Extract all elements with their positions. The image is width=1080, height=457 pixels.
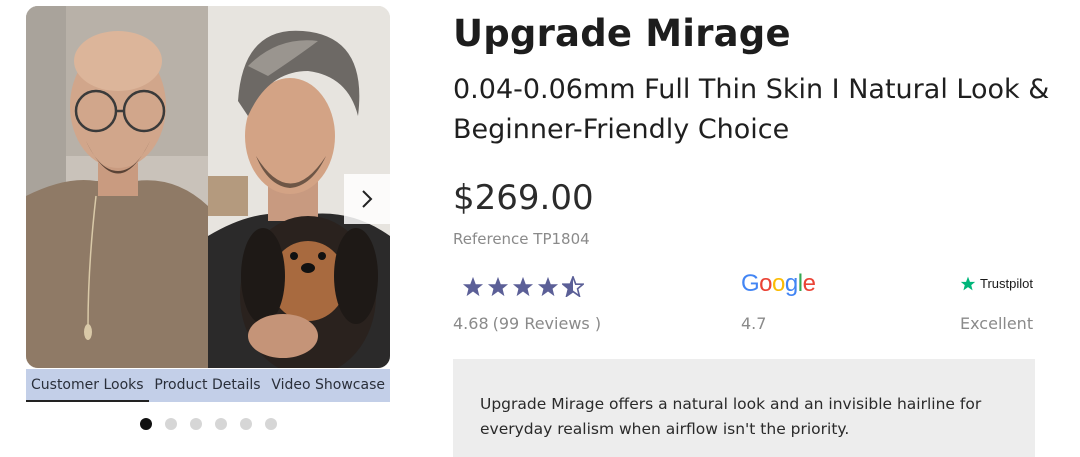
carousel-dots [140,418,277,430]
reviews-summary[interactable]: 4.68 (99 Reviews ) [453,314,605,333]
reviews-count: (99 Reviews ) [492,314,602,333]
star-icon [537,276,559,297]
product-description: Upgrade Mirage offers a natural look and… [453,359,1035,457]
chevron-right-icon [362,190,373,208]
carousel-dot-2[interactable] [165,418,177,430]
trustpilot-logo: Trustpilot [960,276,1033,291]
product-title: Upgrade Mirage [453,12,791,55]
carousel-dot-1[interactable] [140,418,152,430]
gallery-tab-bar: Customer Looks Product Details Video Sho… [26,369,390,402]
tab-product-details[interactable]: Product Details [149,369,265,402]
star-icon [512,276,534,297]
half-star-icon [562,276,584,297]
carousel-dot-5[interactable] [240,418,252,430]
product-subtitle: 0.04-0.06mm Full Thin Skin I Natural Loo… [453,74,1050,145]
trustpilot-wordmark: Trustpilot [980,276,1033,291]
carousel-dot-4[interactable] [215,418,227,430]
star-rating[interactable] [462,276,584,297]
star-icon [462,276,484,297]
google-logo: Google [741,270,816,297]
trustpilot-star-icon [960,276,976,291]
carousel-dot-3[interactable] [190,418,202,430]
rating-score: 4.68 [453,314,489,333]
carousel-dot-6[interactable] [265,418,277,430]
google-rating: 4.7 [741,314,767,333]
product-image-gallery[interactable] [26,6,390,368]
before-photo [26,6,208,368]
tab-video-showcase[interactable]: Video Showcase [266,369,390,402]
star-icon [487,276,509,297]
product-price: $269.00 [453,178,594,218]
tab-customer-looks[interactable]: Customer Looks [26,369,149,402]
trustpilot-rating: Excellent [960,314,1034,333]
next-image-button[interactable] [344,174,390,224]
product-reference: Reference TP1804 [453,230,590,248]
